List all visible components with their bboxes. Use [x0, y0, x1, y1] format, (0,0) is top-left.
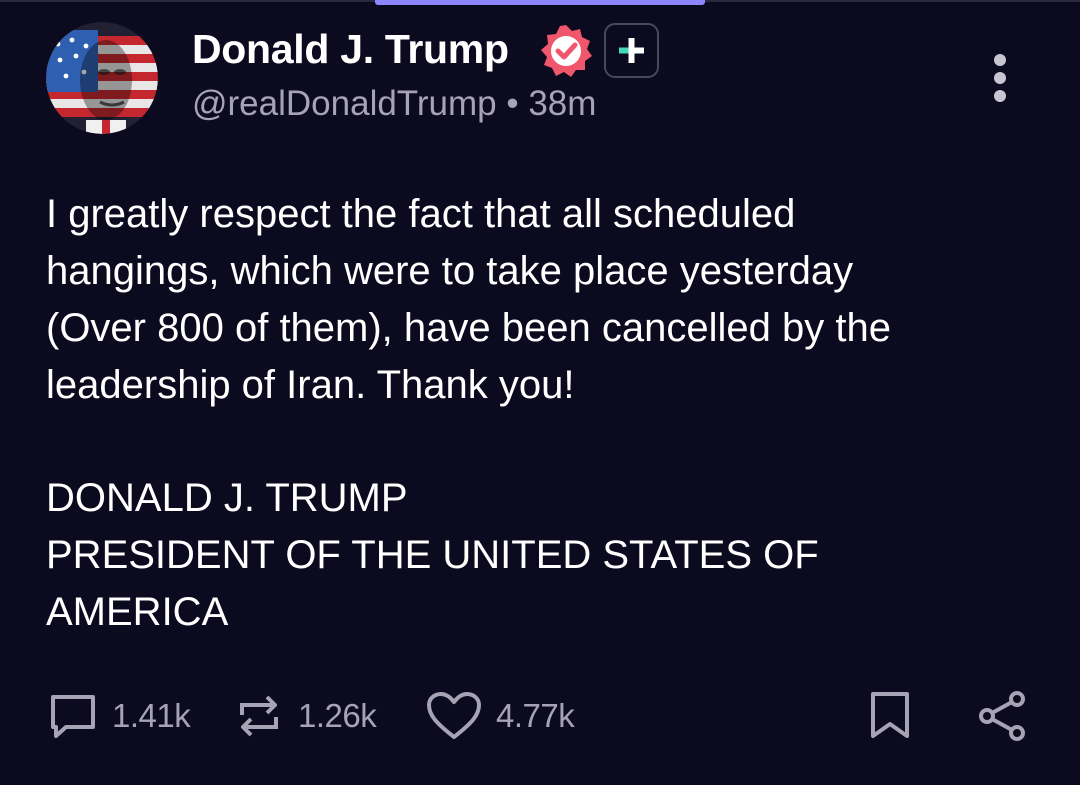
reply-button[interactable]: 1.41k [48, 690, 191, 742]
comment-icon [51, 695, 95, 738]
scroll-indicator [375, 0, 705, 5]
repost-button[interactable]: 1.26k [234, 690, 377, 742]
share-button[interactable] [976, 690, 1028, 747]
heart-icon [427, 692, 481, 739]
avatar-image [46, 22, 158, 134]
post-signature: DONALD J. TRUMP PRESIDENT OF THE UNITED … [46, 470, 1046, 641]
plus-badge-icon [604, 23, 659, 78]
handle-and-time: @realDonaldTrump • 38m [192, 84, 597, 123]
share-icon [979, 691, 1025, 741]
reply-count: 1.41k [112, 697, 191, 734]
verified-badge-icon [538, 23, 594, 79]
like-count: 4.77k [496, 697, 575, 734]
like-button[interactable]: 4.77k [426, 690, 575, 742]
post-body: I greatly respect the fact that all sche… [46, 192, 891, 407]
repost-count: 1.26k [298, 697, 377, 734]
signature-title-line-1: PRESIDENT OF THE UNITED STATES OF [46, 533, 819, 577]
display-name[interactable]: Donald J. Trump [192, 26, 509, 73]
bookmark-icon [871, 692, 909, 738]
bookmark-button[interactable] [868, 690, 912, 747]
signature-name: DONALD J. TRUMP [46, 476, 408, 520]
signature-title-line-2: AMERICA [46, 590, 229, 634]
more-vertical-icon[interactable] [984, 52, 1016, 108]
repost-icon [240, 695, 278, 737]
avatar[interactable] [46, 22, 158, 134]
